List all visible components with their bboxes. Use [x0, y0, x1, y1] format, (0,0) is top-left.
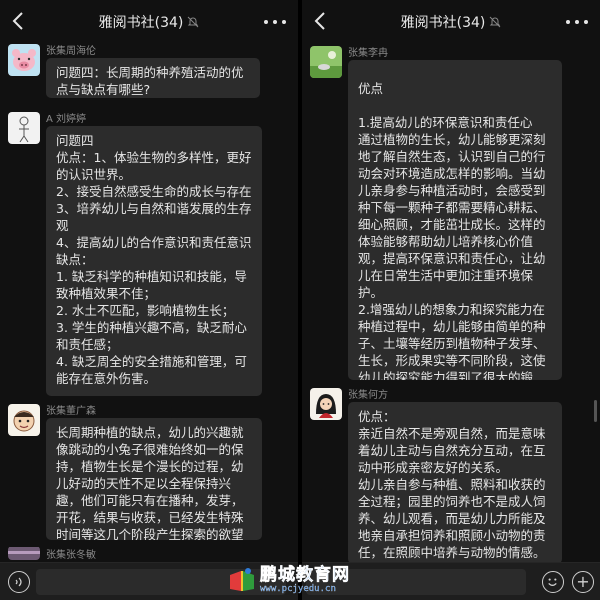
message-item: 张集张冬敏	[8, 544, 298, 564]
more-options-icon[interactable]	[566, 12, 588, 32]
mute-bell-icon	[188, 16, 199, 28]
site-watermark: 鹏城教育网 www.pcjyedu.cn	[228, 566, 350, 594]
back-arrow-icon[interactable]	[8, 10, 30, 32]
right-chat-pane: 雅阅书社(34) 张集李冉 优点 1.提高幼儿的环保意识和责任心 通过植物的生长…	[302, 0, 600, 600]
chat-title: 雅阅书社(34)	[401, 12, 502, 32]
watermark-title: 鹏城教育网	[260, 565, 350, 585]
sender-name: 张集张冬敏	[46, 550, 96, 561]
chat-title-text: 雅阅书社(34)	[400, 15, 486, 31]
message-bubble[interactable]: 问题四 优点：1、体验生物的多样性，更好的认识世界。 2、接受自然感受生命的成长…	[46, 126, 262, 396]
message-bubble[interactable]: 问题四：长周期的种养殖活动的优点与缺点有哪些?	[46, 58, 260, 98]
chat-title: 雅阅书社(34)	[99, 12, 200, 32]
avatar-cartoon[interactable]	[8, 404, 40, 436]
message-item: 张集董广森 长周期种植的缺点，幼儿的兴趣就像跳动的小兔子很难始终如一的保持，植物…	[8, 404, 298, 540]
avatar-sketch[interactable]	[8, 112, 40, 144]
plus-icon[interactable]: +	[572, 571, 594, 593]
back-arrow-icon[interactable]	[310, 10, 332, 32]
message-bubble[interactable]: 长周期种植的缺点，幼儿的兴趣就像跳动的小兔子很难始终如一的保持，植物生长是个漫长…	[46, 418, 262, 540]
message-item: 张集何方 优点： 亲近自然不是旁观自然，而是意味着幼儿主动与自然充分互动，在互动…	[310, 388, 600, 564]
message-bubble[interactable]: 优点： 亲近自然不是旁观自然，而是意味着幼儿主动与自然充分互动，在互动中形成亲密…	[348, 402, 562, 564]
sender-name: A 刘婷婷	[46, 114, 87, 125]
sender-name: 张集董广森	[46, 406, 96, 417]
scrollbar-thumb[interactable]	[594, 400, 597, 422]
voice-input-icon[interactable]	[8, 571, 30, 593]
chat-header: 雅阅书社(34)	[302, 0, 600, 44]
message-item: 张集李冉 优点 1.提高幼儿的环保意识和责任心 通过植物的生长，幼儿能够更深刻地…	[310, 46, 600, 382]
chat-title-text: 雅阅书社(34)	[98, 15, 184, 31]
message-bubble[interactable]: 优点 1.提高幼儿的环保意识和责任心 通过植物的生长，幼儿能够更深刻地了解自然生…	[348, 60, 562, 380]
mute-bell-icon	[490, 16, 501, 28]
avatar-partial[interactable]	[8, 546, 40, 560]
sender-name: 张集李冉	[348, 48, 388, 59]
book-logo-icon	[230, 568, 254, 591]
avatar-landscape[interactable]	[310, 46, 342, 78]
left-chat-pane: 雅阅书社(34) 张集周海伦 问题四：长周期的种养殖活动的优点与缺点有哪些? A…	[0, 0, 298, 600]
message-item: A 刘婷婷 问题四 优点：1、体验生物的多样性，更好的认识世界。 2、接受自然感…	[8, 112, 298, 396]
emoji-icon[interactable]	[542, 571, 564, 593]
watermark-url: www.pcjyedu.cn	[260, 584, 336, 594]
sender-name: 张集周海伦	[46, 46, 96, 57]
avatar-pig[interactable]	[8, 44, 40, 76]
message-item: 张集周海伦 问题四：长周期的种养殖活动的优点与缺点有哪些?	[8, 44, 298, 100]
more-options-icon[interactable]	[264, 12, 286, 32]
sender-name: 张集何方	[348, 390, 388, 401]
chat-header: 雅阅书社(34)	[0, 0, 298, 44]
avatar-girl[interactable]	[310, 388, 342, 420]
